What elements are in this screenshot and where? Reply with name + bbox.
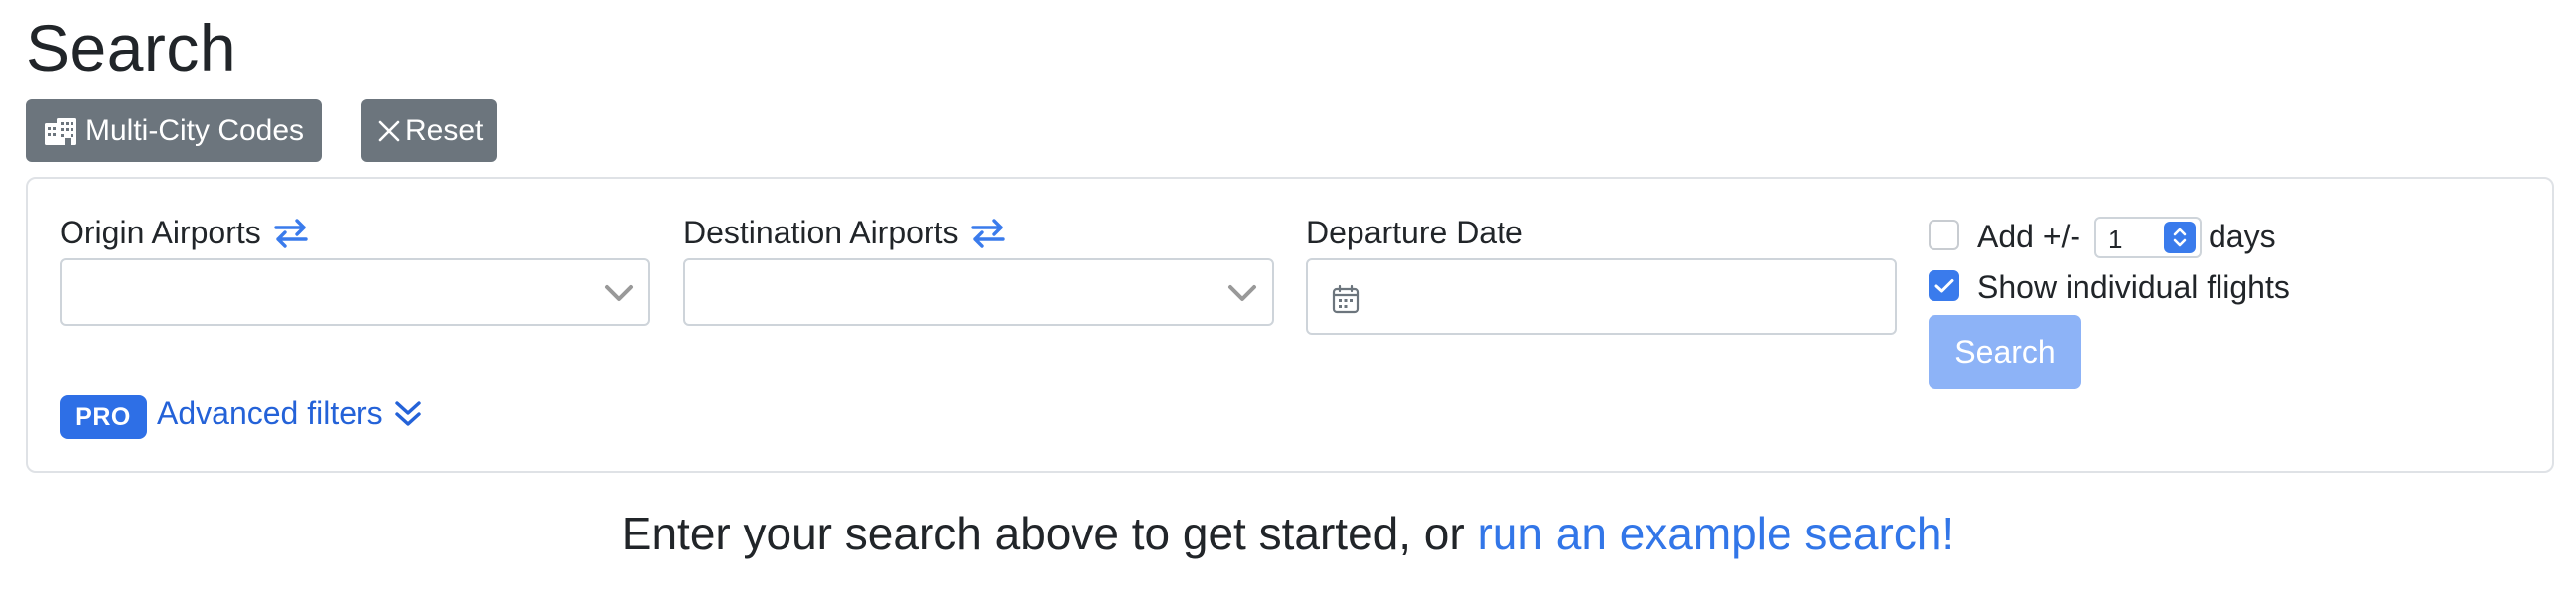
calendar-icon (1332, 284, 1360, 314)
destination-airports-label: Destination Airports (683, 215, 1006, 251)
departure-date-input[interactable] (1306, 258, 1897, 335)
get-started-text: Enter your search above to get started, … (621, 508, 1465, 559)
pro-badge: PRO (60, 395, 147, 439)
double-chevron-down-icon (394, 400, 421, 426)
checkmark-icon (1934, 278, 1953, 292)
origin-airports-label-text: Origin Airports (60, 215, 261, 250)
add-days-number-input[interactable]: 1 (2094, 217, 2202, 258)
search-button[interactable]: Search (1929, 315, 2081, 389)
add-days-value: 1 (2108, 225, 2123, 254)
reset-label: Reset (405, 113, 484, 147)
chevron-down-icon (605, 285, 633, 301)
add-days-checkbox[interactable] (1929, 220, 1959, 250)
arrows-swap-icon[interactable] (273, 218, 309, 249)
destination-airports-select[interactable] (683, 258, 1274, 326)
get-started-message: Enter your search above to get started, … (0, 507, 2576, 560)
multi-city-codes-label: Multi-City Codes (85, 113, 305, 147)
origin-airports-select[interactable] (60, 258, 650, 326)
advanced-filters-label: Advanced filters (157, 395, 383, 431)
multi-city-codes-button[interactable]: Multi-City Codes (26, 99, 322, 162)
show-individual-flights-label: Show individual flights (1977, 269, 2290, 305)
origin-airports-label: Origin Airports (60, 215, 309, 251)
stepper-icon[interactable] (2164, 222, 2196, 253)
x-icon (378, 120, 400, 141)
page-title: Search (26, 11, 237, 84)
example-search-link[interactable]: run an example search! (1477, 508, 1954, 559)
chevron-down-icon (1228, 285, 1256, 301)
add-days-prefix: Add +/- (1977, 219, 2081, 254)
reset-button[interactable]: Reset (361, 99, 497, 162)
show-individual-flights-checkbox[interactable] (1929, 270, 1959, 301)
advanced-filters-link[interactable]: Advanced filters (157, 395, 423, 432)
arrows-swap-icon[interactable] (970, 218, 1006, 249)
destination-airports-label-text: Destination Airports (683, 215, 959, 250)
buildings-icon (45, 117, 76, 145)
add-days-suffix: days (2209, 219, 2276, 254)
departure-date-label: Departure Date (1306, 215, 1523, 250)
